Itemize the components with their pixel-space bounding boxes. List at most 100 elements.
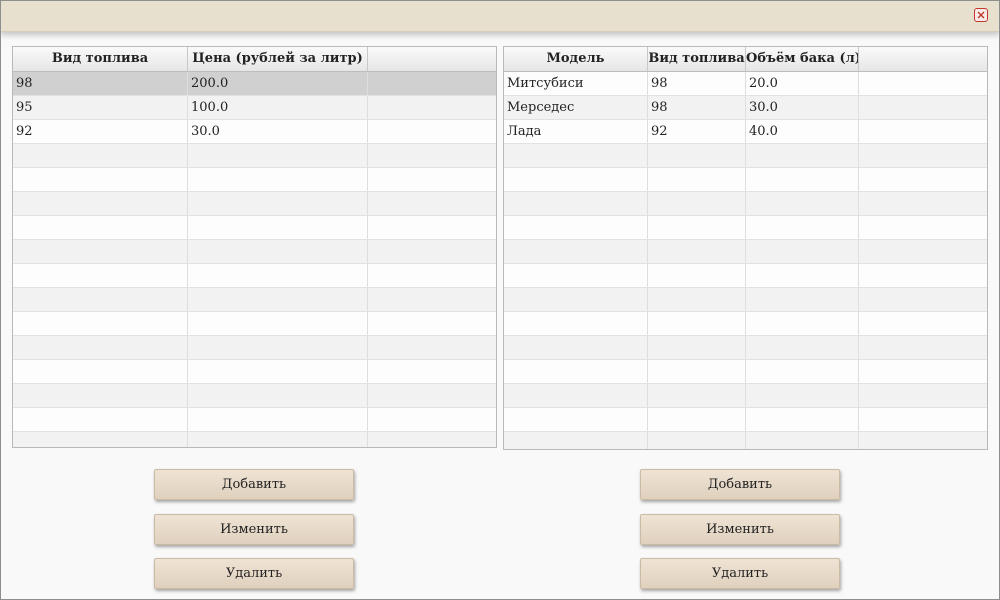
table-row[interactable]: Митсубиси 98 20.0 xyxy=(504,72,987,96)
close-button[interactable] xyxy=(974,8,988,22)
car-cell xyxy=(859,288,987,311)
fuel-cell xyxy=(188,312,368,335)
fuel-cell xyxy=(188,216,368,239)
car-delete-button[interactable]: Удалить xyxy=(640,558,840,589)
fuel-table-header: Вид топлива Цена (рублей за литр) xyxy=(13,47,496,72)
empty-table-row[interactable] xyxy=(13,216,496,240)
car-cell xyxy=(859,120,987,143)
fuel-cell xyxy=(368,312,496,335)
car-cell xyxy=(504,288,648,311)
empty-table-row[interactable] xyxy=(13,408,496,432)
car-cell: 40.0 xyxy=(746,120,859,143)
car-cell xyxy=(746,240,859,263)
car-col-fuel-header[interactable]: Вид топлива xyxy=(648,47,746,71)
empty-table-row[interactable] xyxy=(13,168,496,192)
fuel-cell xyxy=(13,216,188,239)
car-cell xyxy=(746,408,859,431)
fuel-cell xyxy=(13,432,188,447)
empty-table-row[interactable] xyxy=(504,264,987,288)
car-cell xyxy=(746,360,859,383)
fuel-cell xyxy=(188,192,368,215)
close-icon xyxy=(977,11,985,19)
fuel-cell xyxy=(13,144,188,167)
fuel-cell xyxy=(188,336,368,359)
empty-table-row[interactable] xyxy=(13,360,496,384)
car-cell xyxy=(648,360,746,383)
fuel-col-type-header[interactable]: Вид топлива xyxy=(13,47,188,71)
empty-table-row[interactable] xyxy=(504,408,987,432)
table-row[interactable]: Мерседес 98 30.0 xyxy=(504,96,987,120)
empty-table-row[interactable] xyxy=(504,360,987,384)
car-cell xyxy=(746,144,859,167)
fuel-cell xyxy=(368,192,496,215)
fuel-cell xyxy=(368,72,496,95)
car-table[interactable]: Модель Вид топлива Объём бака (л) Митсуб… xyxy=(503,46,988,450)
fuel-col-price-header[interactable]: Цена (рублей за литр) xyxy=(188,47,368,71)
fuel-cell xyxy=(13,408,188,431)
table-row[interactable]: 98 200.0 xyxy=(13,72,496,96)
fuel-cell xyxy=(368,120,496,143)
empty-table-row[interactable] xyxy=(13,336,496,360)
car-cell: 98 xyxy=(648,96,746,119)
empty-table-row[interactable] xyxy=(13,144,496,168)
fuel-cell xyxy=(188,168,368,191)
car-cell: 20.0 xyxy=(746,72,859,95)
empty-table-row[interactable] xyxy=(13,312,496,336)
car-cell xyxy=(859,384,987,407)
car-cell xyxy=(859,168,987,191)
fuel-add-button[interactable]: Добавить xyxy=(154,469,354,500)
car-cell xyxy=(648,408,746,431)
empty-table-row[interactable] xyxy=(504,288,987,312)
fuel-cell: 92 xyxy=(13,120,188,143)
empty-table-row[interactable] xyxy=(504,168,987,192)
car-cell xyxy=(648,168,746,191)
car-cell xyxy=(648,336,746,359)
table-row[interactable]: Лада 92 40.0 xyxy=(504,120,987,144)
empty-table-row[interactable] xyxy=(504,216,987,240)
empty-table-row[interactable] xyxy=(13,192,496,216)
car-cell xyxy=(746,264,859,287)
fuel-table[interactable]: Вид топлива Цена (рублей за литр) 98 200.… xyxy=(12,46,497,448)
empty-table-row[interactable] xyxy=(13,432,496,447)
car-cell xyxy=(859,408,987,431)
fuel-table-body: 98 200.0 95 100.0 92 30.0 xyxy=(13,72,496,447)
empty-table-row[interactable] xyxy=(504,312,987,336)
car-add-button[interactable]: Добавить xyxy=(640,469,840,500)
fuel-cell xyxy=(13,336,188,359)
car-cell xyxy=(648,192,746,215)
fuel-cell xyxy=(188,264,368,287)
car-cell xyxy=(859,432,987,449)
car-cell xyxy=(746,288,859,311)
empty-table-row[interactable] xyxy=(13,240,496,264)
empty-table-row[interactable] xyxy=(504,384,987,408)
fuel-cell xyxy=(188,360,368,383)
empty-table-row[interactable] xyxy=(504,240,987,264)
fuel-delete-button[interactable]: Удалить xyxy=(154,558,354,589)
car-cell xyxy=(648,216,746,239)
table-row[interactable]: 92 30.0 xyxy=(13,120,496,144)
empty-table-row[interactable] xyxy=(13,288,496,312)
fuel-cell xyxy=(188,408,368,431)
empty-table-row[interactable] xyxy=(504,432,987,449)
car-cell xyxy=(504,144,648,167)
car-col-tank-header[interactable]: Объём бака (л) xyxy=(746,47,859,71)
fuel-cell xyxy=(13,288,188,311)
empty-table-row[interactable] xyxy=(504,192,987,216)
fuel-cell xyxy=(13,264,188,287)
empty-table-row[interactable] xyxy=(13,384,496,408)
fuel-cell xyxy=(13,312,188,335)
fuel-cell xyxy=(368,168,496,191)
car-col-model-header[interactable]: Модель xyxy=(504,47,648,71)
car-edit-button[interactable]: Изменить xyxy=(640,514,840,545)
empty-table-row[interactable] xyxy=(13,264,496,288)
fuel-cell xyxy=(188,384,368,407)
fuel-edit-button[interactable]: Изменить xyxy=(154,514,354,545)
car-cell: Митсубиси xyxy=(504,72,648,95)
empty-table-row[interactable] xyxy=(504,144,987,168)
car-cell xyxy=(859,240,987,263)
table-row[interactable]: 95 100.0 xyxy=(13,96,496,120)
fuel-cell xyxy=(368,360,496,383)
car-cell xyxy=(746,432,859,449)
empty-table-row[interactable] xyxy=(504,336,987,360)
car-cell xyxy=(859,360,987,383)
